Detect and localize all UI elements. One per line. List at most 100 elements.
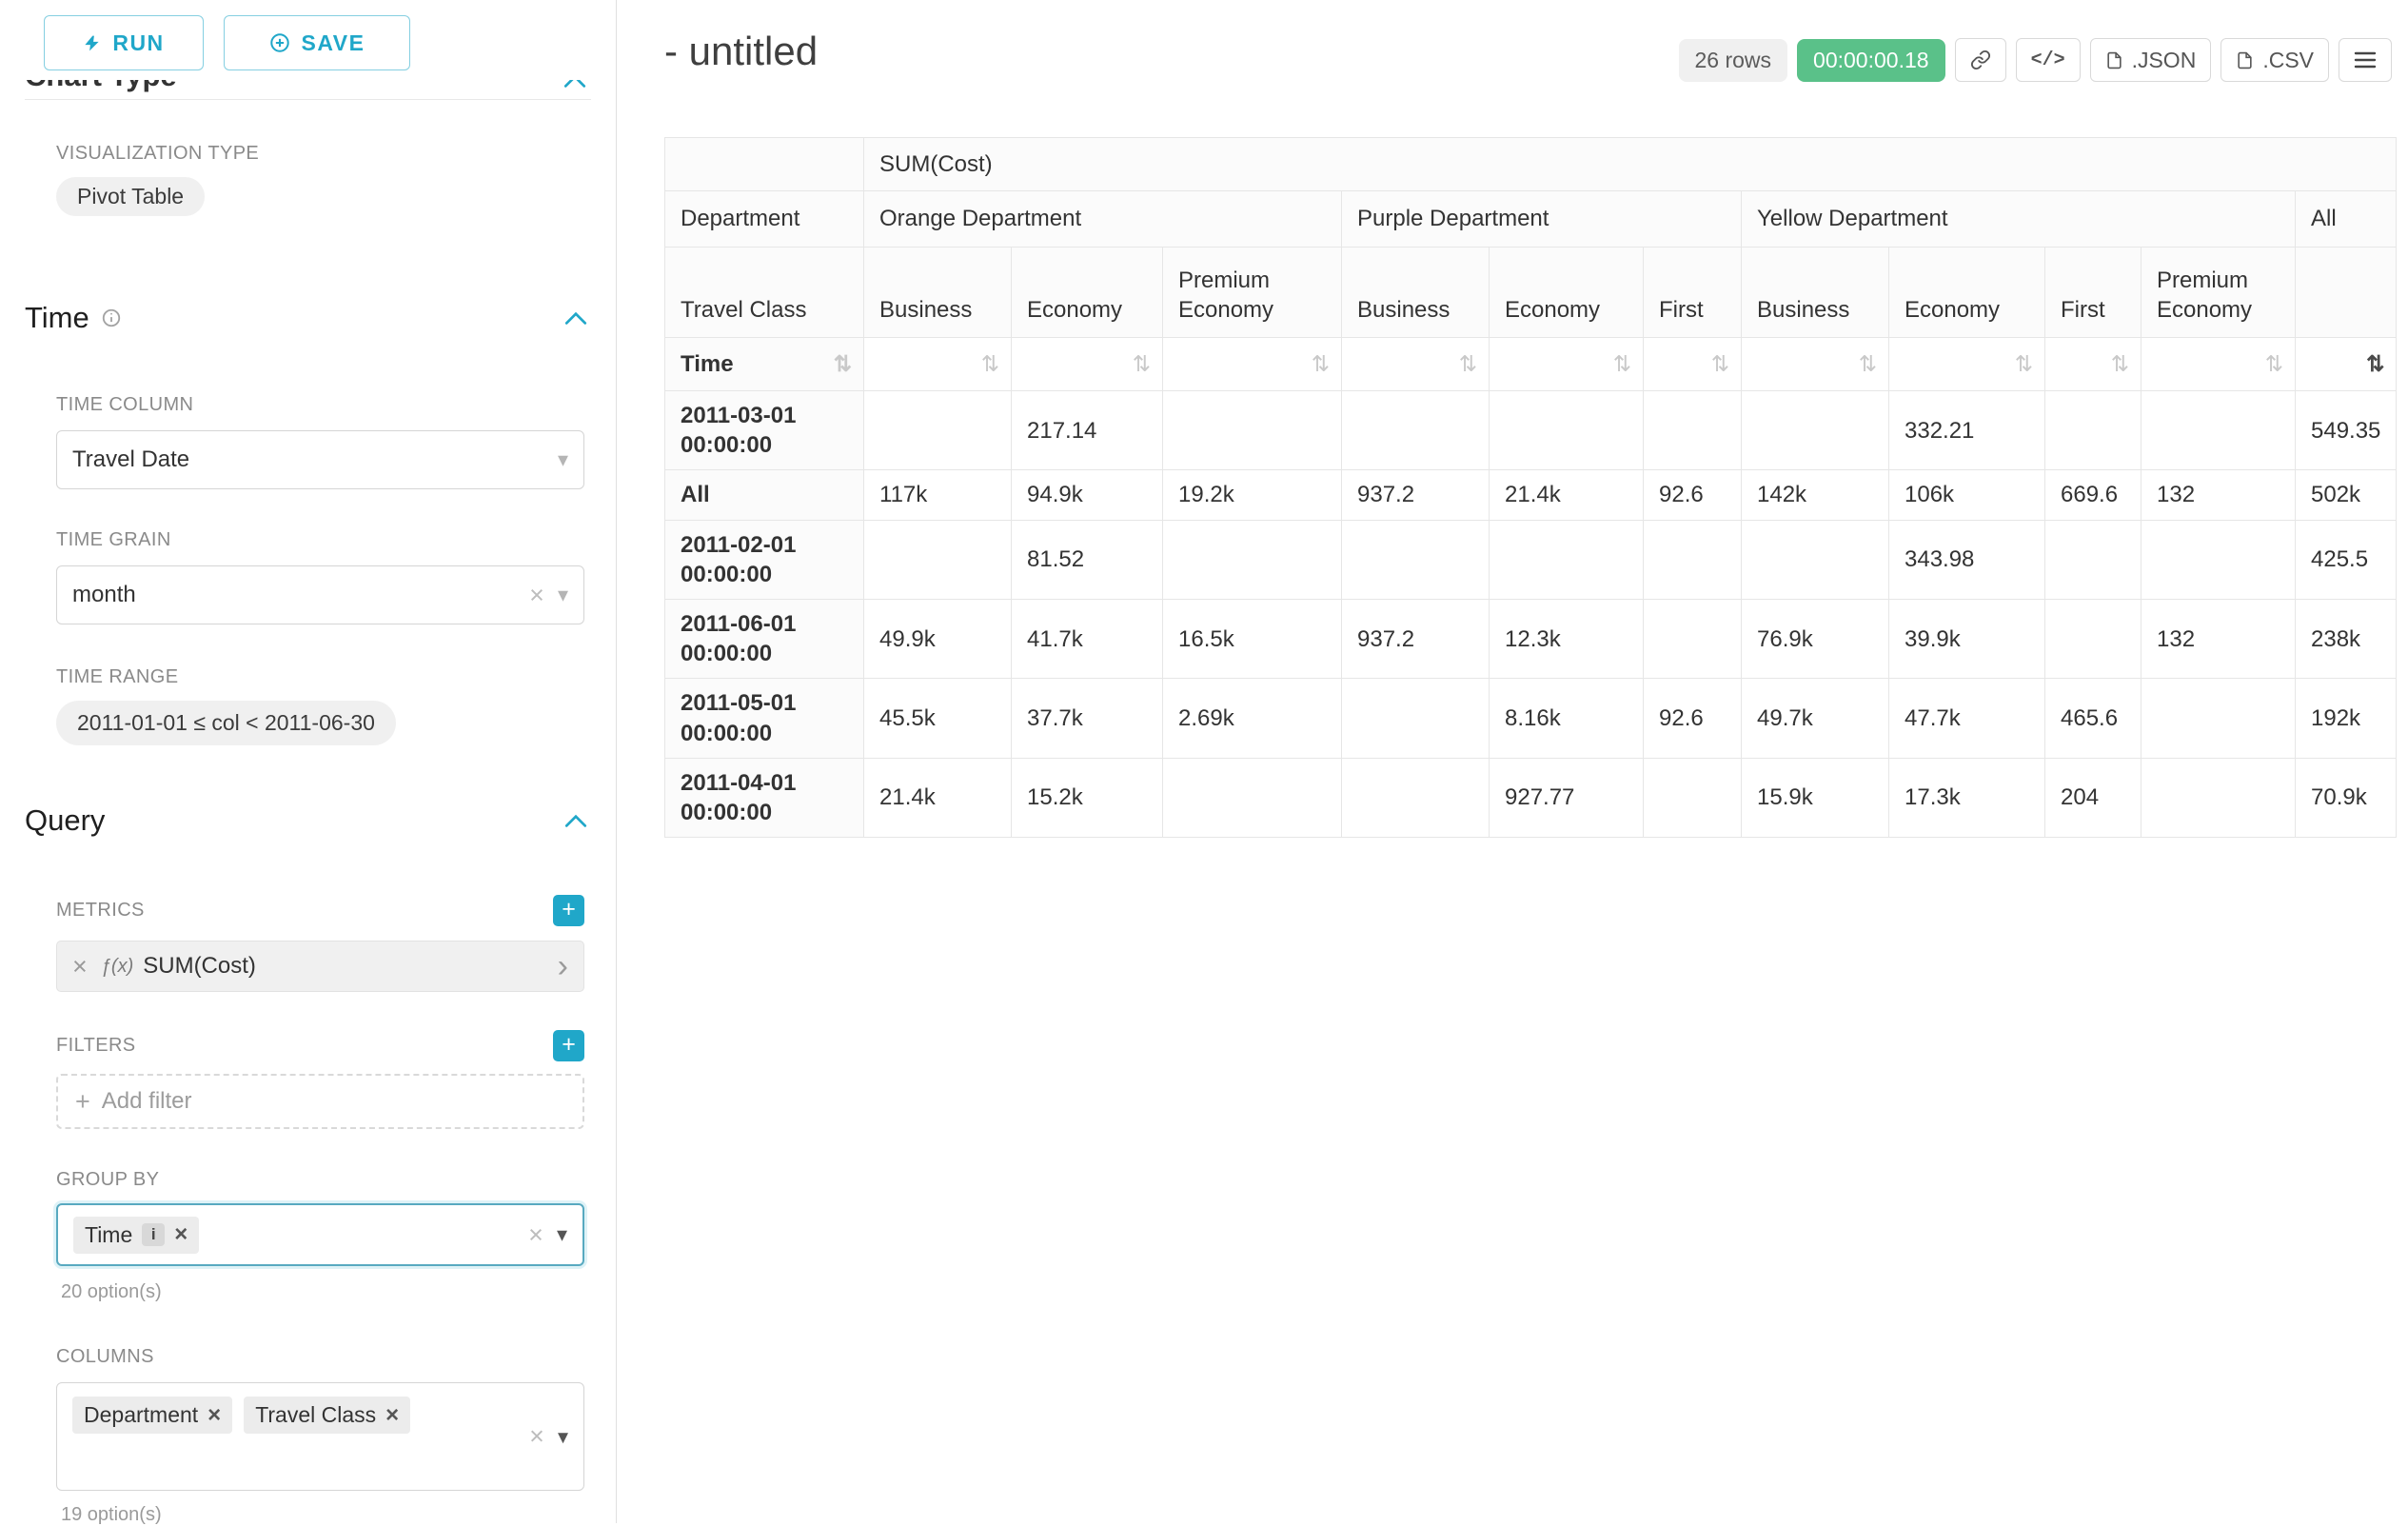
- menu-button[interactable]: [2339, 38, 2392, 82]
- pivot-table: SUM(Cost)DepartmentOrange DepartmentPurp…: [664, 137, 2397, 838]
- download-json-button[interactable]: .JSON: [2090, 38, 2212, 82]
- time-column-select[interactable]: Travel Date ▾: [56, 430, 584, 489]
- remove-chip-icon[interactable]: ×: [207, 1404, 221, 1427]
- travel-class-leaf-header: Business: [864, 248, 1012, 338]
- travel-class-leaf-header: Economy: [1012, 248, 1163, 338]
- visualization-type-label: VISUALIZATION TYPE: [56, 143, 259, 165]
- sort-icon[interactable]: ⇅: [2265, 351, 2283, 376]
- time-label: Time: [681, 351, 734, 377]
- chip-label: Department: [84, 1402, 198, 1428]
- chart-type-heading: Chart Type: [25, 80, 177, 92]
- columns-chip[interactable]: Department ×: [72, 1397, 232, 1434]
- visualization-type-value[interactable]: Pivot Table: [56, 177, 205, 216]
- info-icon[interactable]: [101, 307, 122, 328]
- sort-icon[interactable]: ⇅: [1312, 351, 1330, 376]
- pivot-cell: [2142, 520, 2296, 599]
- sort-icon[interactable]: ⇅: [2366, 351, 2384, 376]
- sort-icon[interactable]: ⇅: [2015, 351, 2033, 376]
- columns-chip[interactable]: Travel Class ×: [244, 1397, 410, 1434]
- save-button[interactable]: SAVE: [224, 15, 410, 70]
- clear-icon[interactable]: ×: [528, 1222, 543, 1248]
- group-by-select[interactable]: Time i × × ▾: [56, 1203, 584, 1266]
- caret-down-icon[interactable]: ▾: [558, 1426, 568, 1447]
- info-icon[interactable]: i: [142, 1223, 165, 1246]
- chart-type-section-clipped: Chart Type: [25, 80, 587, 92]
- column-sort-cell: ⇅: [2296, 338, 2397, 391]
- chevron-up-icon[interactable]: [563, 310, 588, 326]
- column-sort-cell: ⇅: [2045, 338, 2142, 391]
- pivot-cell: 117k: [864, 470, 1012, 520]
- pivot-cell: 47.7k: [1889, 679, 2045, 758]
- time-header-cell: Time ⇅: [665, 338, 864, 391]
- pivot-cell: 937.2: [1342, 599, 1490, 678]
- remove-chip-icon[interactable]: ×: [385, 1404, 399, 1427]
- plus-circle-icon: [269, 32, 290, 53]
- add-metric-button[interactable]: +: [553, 895, 584, 926]
- sort-icon[interactable]: ⇅: [1613, 351, 1631, 376]
- travel-class-leaf-header: Economy: [1889, 248, 2045, 338]
- pivot-cell: 45.5k: [864, 679, 1012, 758]
- column-sort-cell: ⇅: [1644, 338, 1742, 391]
- time-section-title: Time: [25, 301, 89, 335]
- caret-down-icon[interactable]: ▾: [558, 449, 568, 470]
- link-icon: [1970, 50, 1991, 70]
- pivot-cell: [2045, 520, 2142, 599]
- pivot-cell: 17.3k: [1889, 758, 2045, 837]
- pivot-cell: 502k: [2296, 470, 2397, 520]
- pivot-cell: 49.9k: [864, 599, 1012, 678]
- caret-down-icon[interactable]: ▾: [557, 1224, 567, 1245]
- query-section-header: Query: [25, 803, 588, 838]
- columns-select[interactable]: Department × Travel Class × × ▾: [56, 1382, 584, 1491]
- chevron-right-icon[interactable]: ›: [558, 950, 568, 982]
- caret-down-icon[interactable]: ▾: [558, 585, 568, 605]
- fx-icon: ƒ(x): [101, 956, 133, 978]
- time-grain-select[interactable]: month × ▾: [56, 565, 584, 624]
- embed-code-button[interactable]: </>: [2016, 38, 2081, 82]
- sort-icon[interactable]: ⇅: [834, 350, 852, 379]
- pivot-cell: [1163, 391, 1342, 470]
- chevron-up-icon[interactable]: [563, 813, 588, 828]
- share-link-button[interactable]: [1955, 38, 2006, 82]
- pivot-cell: 70.9k: [2296, 758, 2397, 837]
- pivot-cell: [1742, 391, 1889, 470]
- pivot-cell: 92.6: [1644, 470, 1742, 520]
- clear-icon[interactable]: ×: [529, 583, 544, 608]
- sort-icon[interactable]: ⇅: [1711, 351, 1729, 376]
- chart-main-area: - untitled 26 rows 00:00:00.18 </> .JSON…: [618, 0, 2408, 1523]
- menu-icon: [2354, 50, 2377, 69]
- chip-label: Time: [85, 1222, 132, 1248]
- travel-class-leaf-header: [2296, 248, 2397, 338]
- pivot-cell: 94.9k: [1012, 470, 1163, 520]
- add-filter-plus-button[interactable]: +: [553, 1030, 584, 1061]
- chart-title: - untitled: [664, 29, 818, 74]
- department-header-cell: Department: [665, 191, 864, 248]
- remove-metric-icon[interactable]: ×: [72, 952, 88, 981]
- sort-icon[interactable]: ⇅: [1859, 351, 1877, 376]
- metric-chip[interactable]: × ƒ(x) SUM(Cost) ›: [56, 941, 584, 992]
- time-range-value[interactable]: 2011-01-01 ≤ col < 2011-06-30: [56, 701, 396, 745]
- control-panel-sidebar: Chart Type RUN SAVE VISUALIZATION TYPE P…: [0, 0, 617, 1523]
- row-header-cell: 2011-03-01 00:00:00: [665, 391, 864, 470]
- remove-chip-icon[interactable]: ×: [174, 1223, 188, 1246]
- file-icon: [2105, 50, 2123, 71]
- pivot-cell: [1342, 758, 1490, 837]
- column-sort-cell: ⇅: [864, 338, 1012, 391]
- sort-icon[interactable]: ⇅: [2111, 351, 2129, 376]
- pivot-cell: 549.35: [2296, 391, 2397, 470]
- group-by-chip[interactable]: Time i ×: [73, 1217, 199, 1254]
- time-grain-label: TIME GRAIN: [56, 529, 171, 551]
- pivot-cell: 15.9k: [1742, 758, 1889, 837]
- sort-icon[interactable]: ⇅: [1459, 351, 1477, 376]
- run-button[interactable]: RUN: [44, 15, 204, 70]
- chevron-up-icon[interactable]: [563, 80, 587, 92]
- add-filter-button[interactable]: + Add filter: [56, 1074, 584, 1129]
- sort-icon[interactable]: ⇅: [1133, 351, 1151, 376]
- pivot-cell: [2142, 391, 2296, 470]
- download-csv-button[interactable]: .CSV: [2220, 38, 2329, 82]
- column-sort-cell: ⇅: [1342, 338, 1490, 391]
- table-row: 2011-05-01 00:00:0045.5k37.7k2.69k8.16k9…: [665, 679, 2397, 758]
- time-range-label: TIME RANGE: [56, 666, 178, 688]
- clear-icon[interactable]: ×: [529, 1424, 544, 1450]
- pivot-cell: [1742, 520, 1889, 599]
- sort-icon[interactable]: ⇅: [981, 351, 999, 376]
